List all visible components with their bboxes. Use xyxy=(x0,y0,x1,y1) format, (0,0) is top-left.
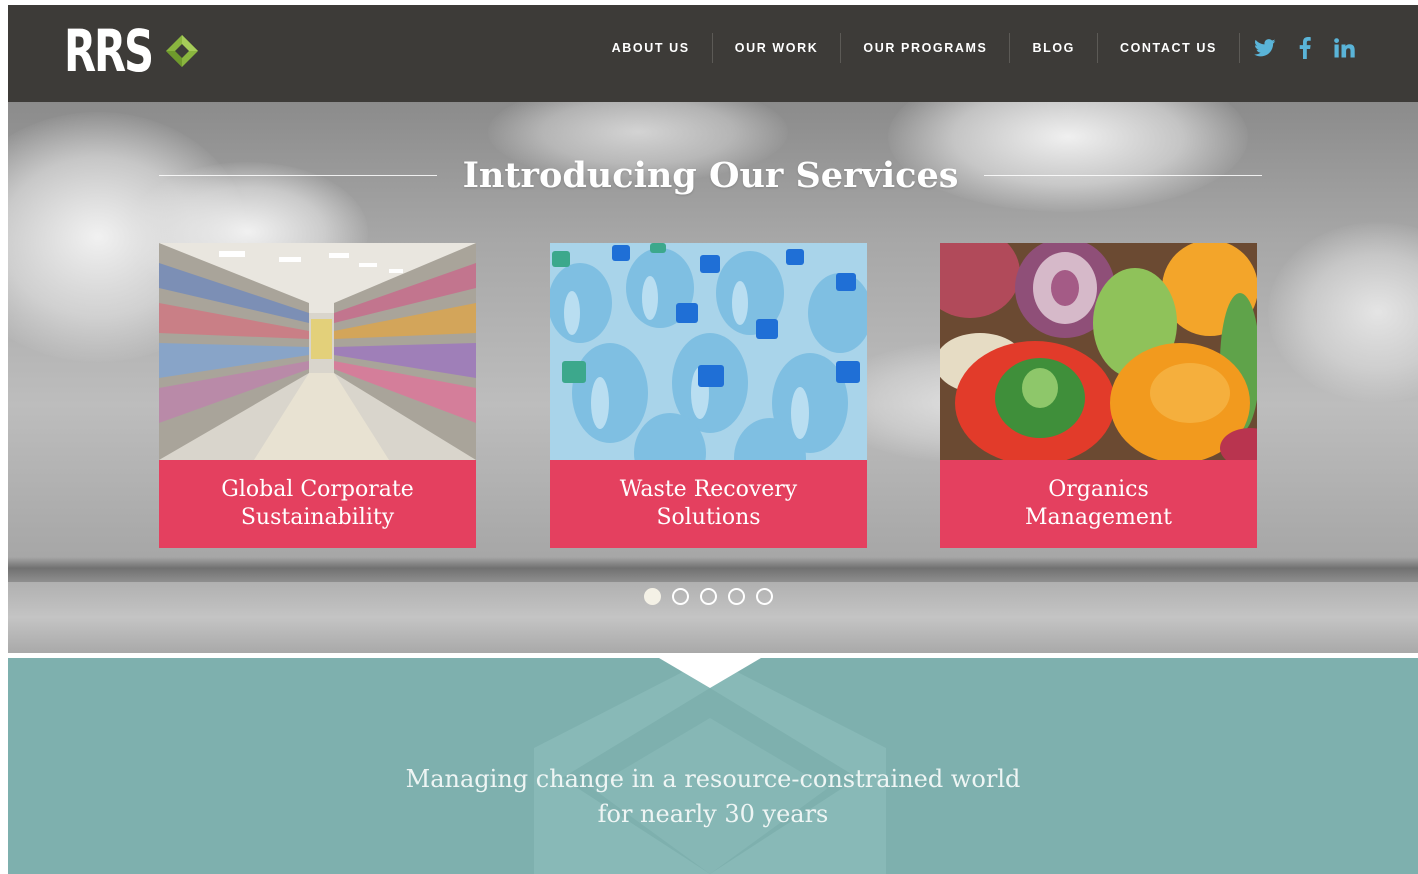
card-label-line1: Waste Recovery xyxy=(619,477,798,502)
card-label: Global Corporate Sustainability xyxy=(159,460,476,548)
carousel-dot-3[interactable] xyxy=(700,588,717,605)
carousel-dot-2[interactable] xyxy=(672,588,689,605)
social-links xyxy=(1240,37,1356,59)
carousel-dot-4[interactable] xyxy=(728,588,745,605)
card-label-line2: Sustainability xyxy=(240,505,395,530)
services-hero: Introducing Our Services Global Corporat… xyxy=(8,102,1418,653)
linkedin-icon[interactable] xyxy=(1334,37,1356,59)
tagline-band: Managing change in a resource-constraine… xyxy=(8,658,1418,874)
main-nav: ABOUT US OUR WORK OUR PROGRAMS BLOG CONT… xyxy=(590,33,1356,63)
service-card-organics-management[interactable]: Organics Management xyxy=(940,243,1257,548)
nav-our-work[interactable]: OUR WORK xyxy=(713,33,842,63)
twitter-icon[interactable] xyxy=(1254,37,1276,59)
tagline: Managing change in a resource-constraine… xyxy=(8,762,1418,832)
hero-title: Introducing Our Services xyxy=(462,154,959,196)
site-logo[interactable]: RRS xyxy=(64,19,200,83)
card-label: Organics Management xyxy=(940,460,1257,548)
food-scraps-photo xyxy=(940,243,1257,460)
carousel-dot-5[interactable] xyxy=(756,588,773,605)
card-label-line2: Solutions xyxy=(656,505,761,530)
hero-title-row: Introducing Our Services xyxy=(159,152,1262,198)
diamond-logo-icon xyxy=(166,35,198,67)
logo-text: RRS xyxy=(64,17,154,85)
nav-our-programs[interactable]: OUR PROGRAMS xyxy=(841,33,1011,63)
sky-cloud xyxy=(1268,222,1418,402)
tagline-line2: for nearly 30 years xyxy=(597,800,829,828)
card-label-line1: Organics xyxy=(1048,477,1149,502)
title-rule-left xyxy=(159,174,437,176)
nav-blog[interactable]: BLOG xyxy=(1010,33,1098,63)
plastic-bottles-photo xyxy=(550,243,867,460)
site-header: RRS ABOUT US OUR WORK OUR PROGRAMS BLOG … xyxy=(8,5,1418,102)
card-label: Waste Recovery Solutions xyxy=(550,460,867,548)
nav-contact-us[interactable]: CONTACT US xyxy=(1098,33,1240,63)
supermarket-aisle-photo xyxy=(159,243,476,460)
carousel-pagination xyxy=(644,588,773,605)
band-notch xyxy=(659,658,761,688)
carousel-dot-1[interactable] xyxy=(644,588,661,605)
service-card-global-corporate-sustainability[interactable]: Global Corporate Sustainability xyxy=(159,243,476,548)
page-frame: RRS ABOUT US OUR WORK OUR PROGRAMS BLOG … xyxy=(8,5,1418,874)
facebook-icon[interactable] xyxy=(1294,37,1316,59)
title-rule-right xyxy=(984,174,1262,176)
nav-about-us[interactable]: ABOUT US xyxy=(590,33,713,63)
tree-line xyxy=(8,557,1418,585)
tagline-line1: Managing change in a resource-constraine… xyxy=(405,765,1021,793)
service-card-waste-recovery-solutions[interactable]: Waste Recovery Solutions xyxy=(550,243,867,548)
card-label-line1: Global Corporate xyxy=(221,477,414,502)
card-label-line2: Management xyxy=(1025,505,1172,530)
